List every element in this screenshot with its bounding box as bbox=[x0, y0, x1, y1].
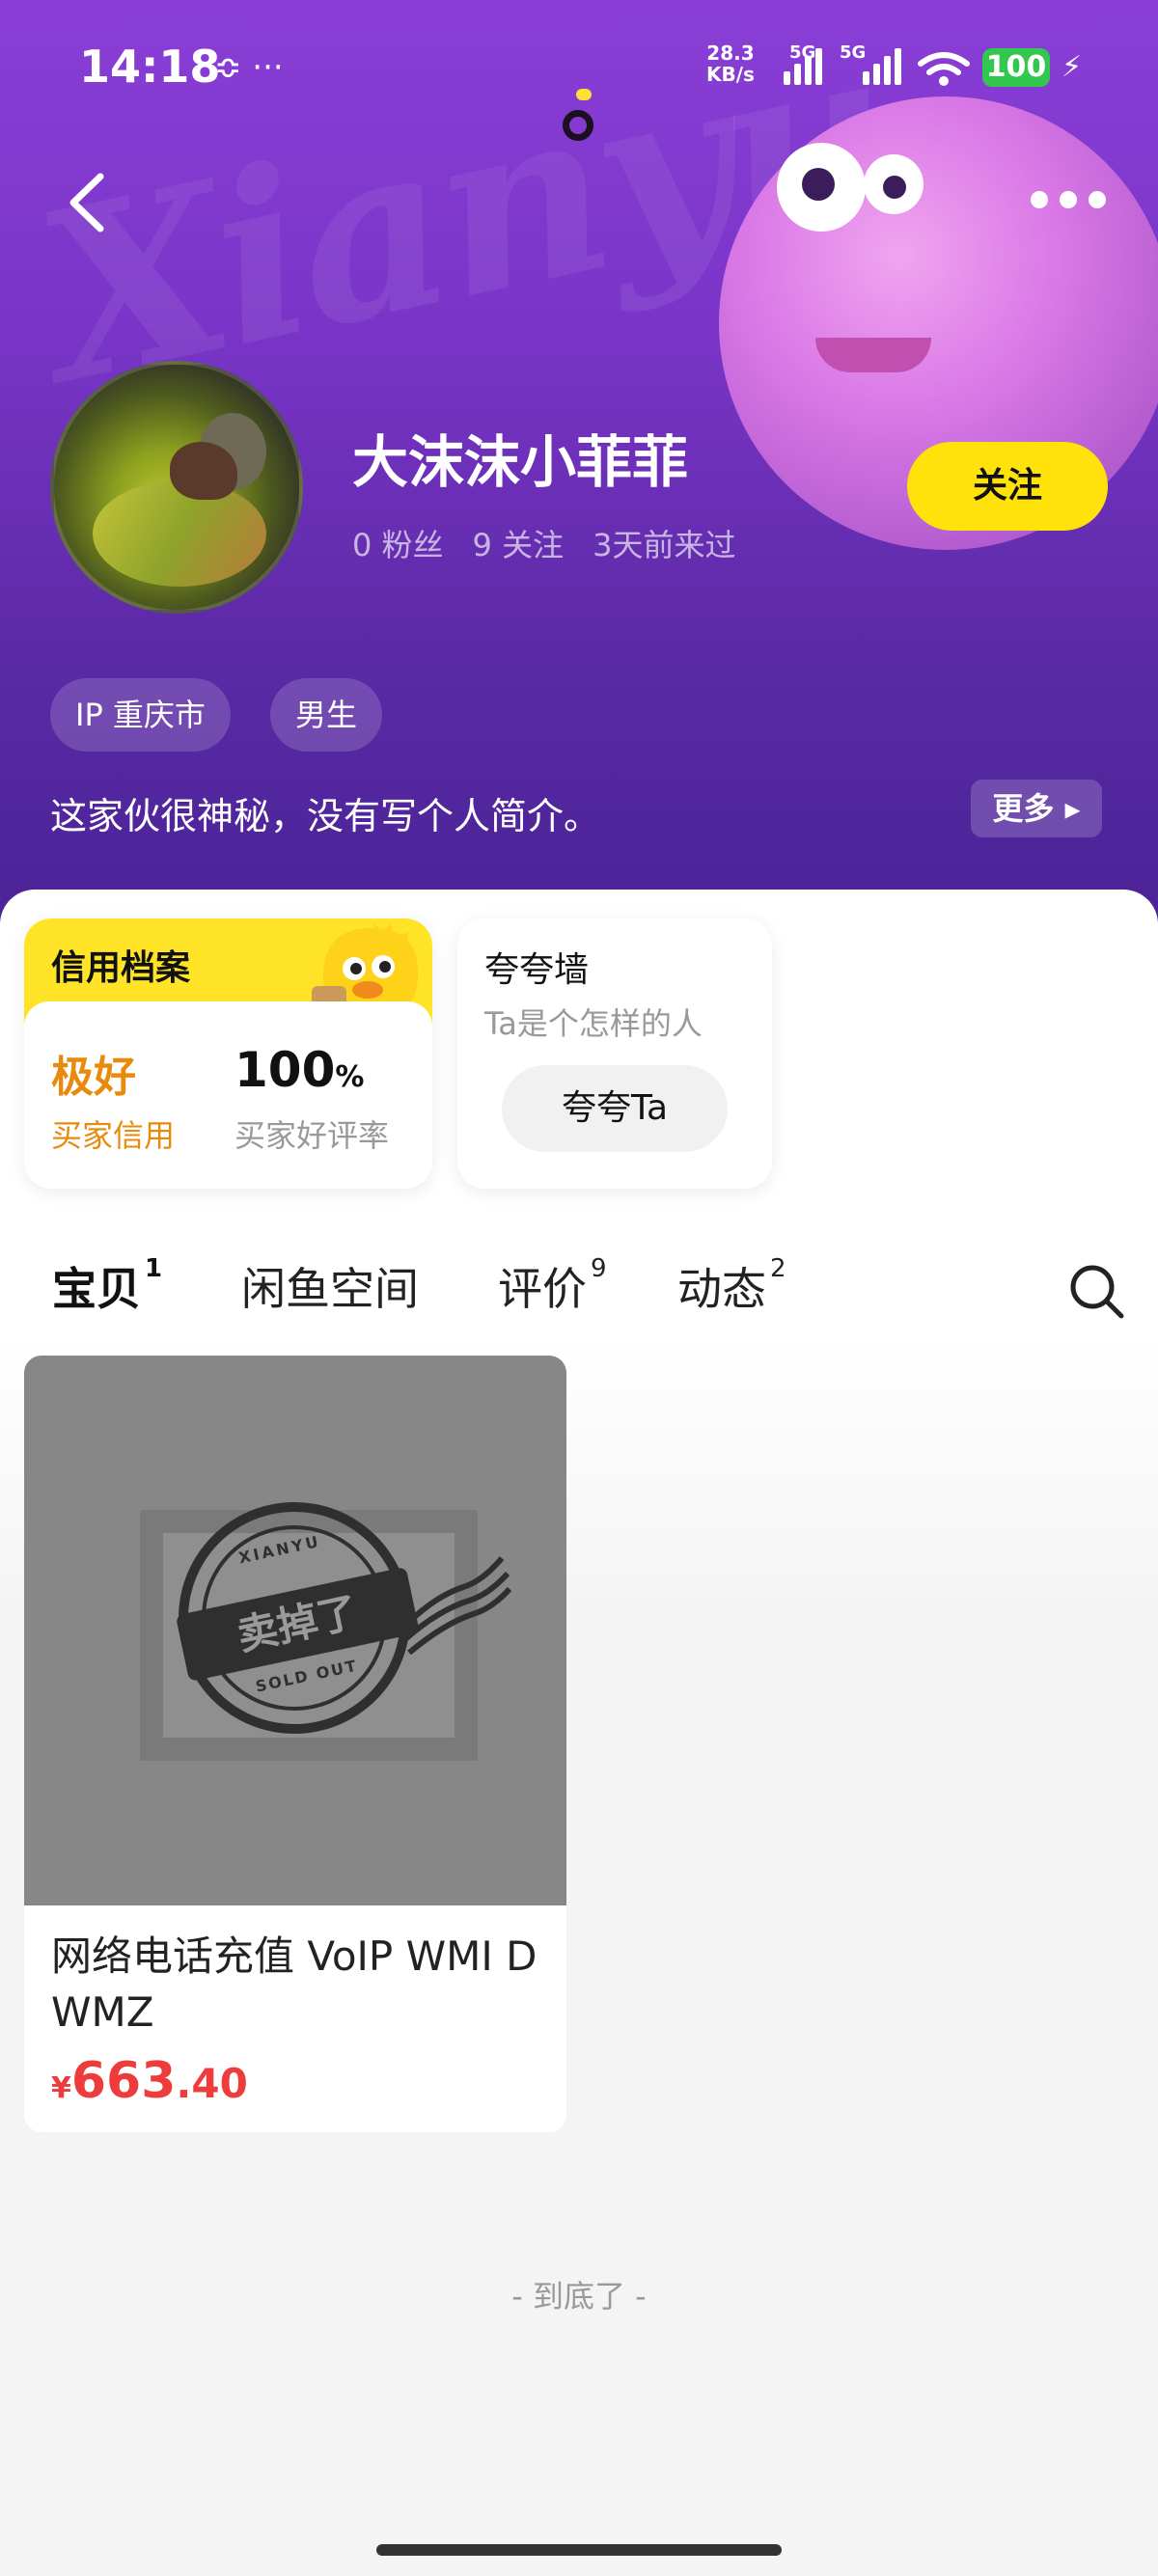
follow-button[interactable]: 关注 bbox=[907, 442, 1108, 531]
profile-name: 大沫沫小菲菲 bbox=[352, 429, 689, 495]
praise-title: 夸夸墙 bbox=[484, 950, 590, 990]
status-time: 14:18 bbox=[79, 41, 221, 93]
buyer-credit-label: 买家信用 bbox=[51, 1117, 176, 1154]
signal-icon-2 bbox=[863, 46, 901, 85]
wifi-icon bbox=[918, 52, 970, 86]
buyer-credit-value: 极好 bbox=[51, 1053, 136, 1102]
decor-dot bbox=[576, 89, 592, 100]
signal-icon bbox=[784, 46, 822, 85]
profile-header: Xianyu 14:18 ≎ ··· 28.3 KB/s 5G 5G 100 ⚡ bbox=[0, 0, 1158, 926]
praise-button[interactable]: 夸夸Ta bbox=[502, 1065, 728, 1152]
product-image: XIANYU 卖掉了 SOLD OUT bbox=[24, 1356, 566, 1905]
mascot-mouth bbox=[815, 338, 931, 372]
credit-title: 信用档案 bbox=[51, 948, 191, 988]
mascot-eye-left bbox=[777, 143, 866, 232]
profile-bio: 这家伙很神秘，没有写个人简介。 bbox=[50, 795, 601, 837]
last-seen: 3天前来过 bbox=[593, 527, 736, 563]
following-count[interactable]: 9 关注 bbox=[473, 521, 565, 565]
chevron-left-icon[interactable] bbox=[60, 169, 118, 236]
status-icons: ≎ ··· bbox=[214, 48, 284, 87]
tab-items[interactable]: 宝贝 1 bbox=[52, 1254, 162, 1318]
more-dots-icon[interactable] bbox=[1031, 191, 1108, 214]
mascot-eye-right bbox=[864, 154, 924, 214]
credit-archive-card[interactable]: 信用档案 极好 买家信用 100% 买家好评率 bbox=[24, 918, 432, 1189]
decor-ring bbox=[563, 110, 593, 141]
network-speed: 28.3 KB/s bbox=[706, 41, 755, 86]
avatar[interactable] bbox=[50, 361, 303, 614]
praise-subtitle: Ta是个怎样的人 bbox=[484, 1005, 703, 1042]
ip-location-tag: IP 重庆市 bbox=[50, 678, 231, 752]
bio-more-button[interactable]: 更多 ▸ bbox=[971, 780, 1102, 837]
stamp-lines-decor bbox=[405, 1556, 511, 1655]
profile-stats: 0 粉丝 9 关注 3天前来过 bbox=[352, 521, 735, 565]
end-of-list-text: - 到底了 - bbox=[511, 2278, 647, 2315]
followers-count[interactable]: 0 粉丝 bbox=[352, 521, 444, 565]
charging-icon: ⚡ bbox=[1062, 50, 1083, 84]
praise-wall-card[interactable]: 夸夸墙 Ta是个怎样的人 夸夸Ta bbox=[457, 918, 772, 1189]
good-rate-value: 100% bbox=[234, 1042, 365, 1098]
good-rate-label: 买家好评率 bbox=[234, 1117, 390, 1154]
product-card[interactable]: XIANYU 卖掉了 SOLD OUT 网络电话充值 VoIP WMI D WM… bbox=[24, 1356, 566, 2132]
product-price: ¥663.40 bbox=[51, 2052, 248, 2110]
tab-xianyu-space[interactable]: 闲鱼空间 bbox=[241, 1254, 419, 1318]
home-indicator[interactable] bbox=[376, 2544, 782, 2556]
product-title: 网络电话充值 VoIP WMI D WMZ bbox=[51, 1932, 538, 2036]
tab-reviews[interactable]: 评价 9 bbox=[498, 1254, 607, 1318]
profile-tabs: 宝贝 1 闲鱼空间 评价 9 动态 2 bbox=[0, 1254, 1158, 1331]
search-icon[interactable] bbox=[1067, 1262, 1125, 1320]
battery-indicator: 100 bbox=[982, 48, 1050, 87]
tab-activity[interactable]: 动态 2 bbox=[677, 1254, 786, 1318]
gender-tag: 男生 bbox=[270, 678, 383, 752]
